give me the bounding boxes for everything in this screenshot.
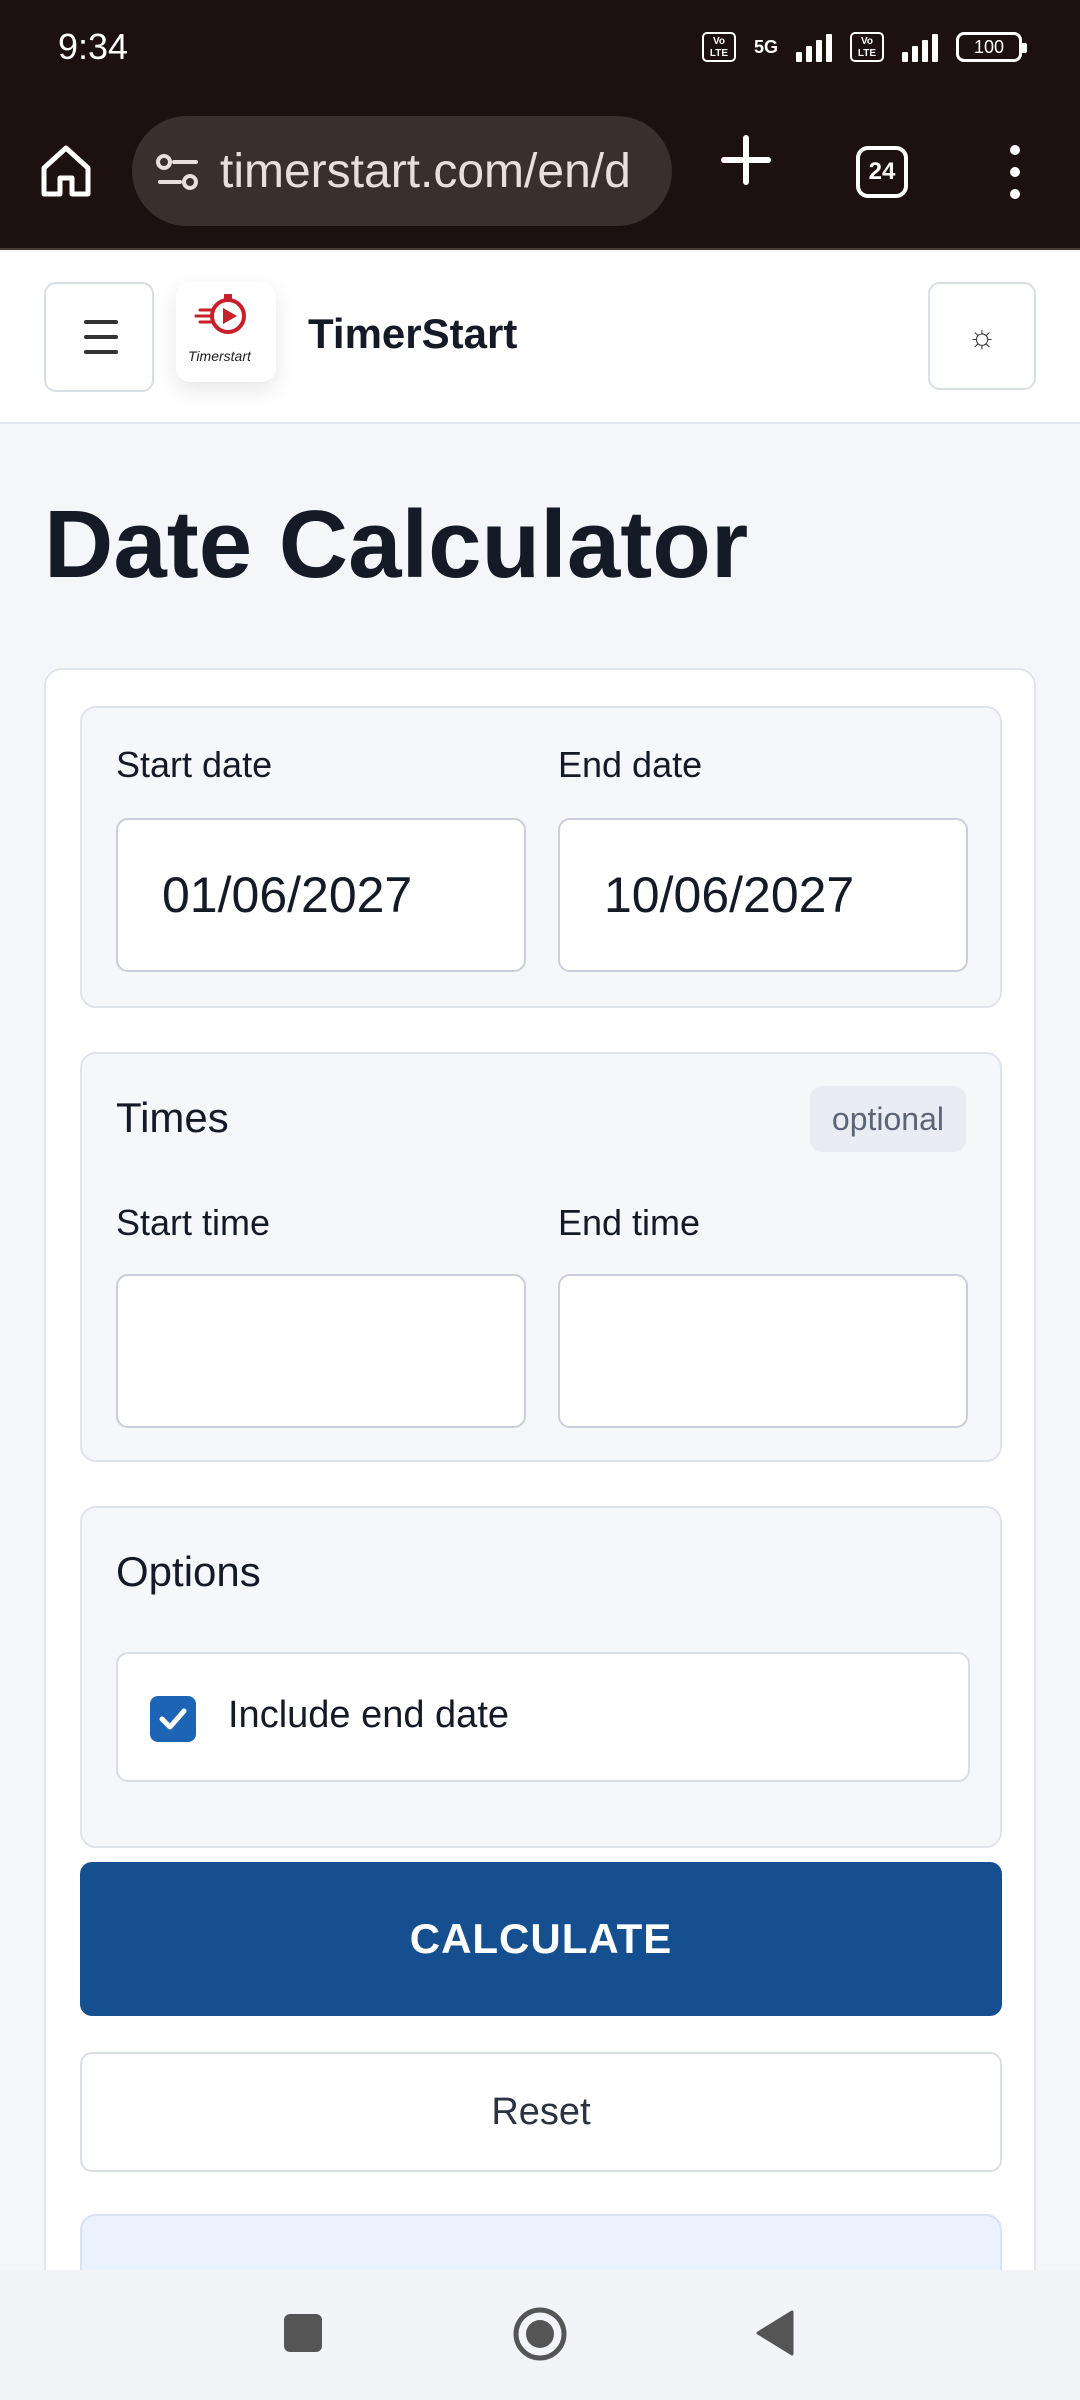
end-time-label: End time [558, 1202, 701, 1243]
menu-icon[interactable] [1000, 142, 1030, 202]
recent-apps-icon[interactable] [284, 2314, 322, 2352]
new-tab-icon[interactable] [716, 130, 776, 190]
status-bar: 9:34 Vo LTE 5G Vo LTE 100 [0, 0, 1080, 100]
network-type: 5G [753, 36, 778, 57]
calculate-button[interactable]: CALCULATE [80, 1862, 1002, 2016]
signal-icon [796, 32, 832, 62]
tabs-icon[interactable]: 24 [856, 146, 908, 198]
home-icon[interactable] [36, 140, 96, 200]
system-nav-bar [0, 2270, 1080, 2400]
logo-text: Timerstart [188, 348, 251, 364]
status-time: 9:34 [58, 26, 129, 67]
dates-section: Start date End date 01/06/2027 10/06/202… [80, 706, 1002, 1008]
home-button-icon[interactable] [512, 2306, 568, 2362]
browser-toolbar: timerstart.com/en/d 24 [0, 100, 1080, 250]
back-icon[interactable] [752, 2308, 798, 2358]
end-date-label: End date [558, 744, 703, 785]
theme-toggle-button[interactable]: ☼ [928, 282, 1036, 390]
start-date-label: Start date [116, 744, 273, 785]
signal-icon-2 [902, 32, 938, 62]
url-text: timerstart.com/en/d [220, 145, 631, 198]
include-end-date-option[interactable]: Include end date [116, 1652, 970, 1782]
page-title: Date Calculator [44, 491, 749, 598]
hamburger-icon [84, 320, 118, 356]
start-date-input[interactable]: 01/06/2027 [116, 818, 526, 972]
include-end-date-checkbox[interactable] [150, 1696, 196, 1742]
site-title[interactable]: TimerStart [308, 310, 517, 358]
end-date-input[interactable]: 10/06/2027 [558, 818, 968, 972]
calculator-card: Start date End date 01/06/2027 10/06/202… [44, 668, 1036, 2334]
status-icons: Vo LTE 5G Vo LTE 100 [701, 32, 1027, 62]
sun-icon: ☼ [967, 318, 997, 354]
address-bar[interactable]: timerstart.com/en/d [132, 116, 672, 226]
times-section: Times optional Start time End time [80, 1052, 1002, 1462]
site-header: Timerstart TimerStart ☼ [0, 252, 1080, 424]
start-time-label: Start time [116, 1202, 271, 1243]
battery-icon: 100 [956, 32, 1027, 62]
reset-button[interactable]: Reset [80, 2052, 1002, 2172]
optional-badge: optional [809, 1086, 966, 1152]
times-heading: Times [116, 1094, 229, 1141]
site-settings-icon[interactable] [154, 148, 202, 196]
hamburger-menu-button[interactable] [44, 282, 154, 392]
include-end-date-label: Include end date [228, 1694, 510, 1736]
site-logo[interactable]: Timerstart [176, 282, 276, 382]
start-time-input[interactable] [116, 1274, 526, 1428]
end-time-input[interactable] [558, 1274, 968, 1428]
options-heading: Options [116, 1548, 261, 1595]
volte-icon: Vo LTE [701, 32, 736, 62]
stopwatch-play-icon [194, 294, 246, 334]
options-section: Options Include end date [80, 1506, 1002, 1848]
checkmark-icon [159, 1708, 187, 1730]
volte-icon-2: Vo LTE [850, 32, 884, 62]
